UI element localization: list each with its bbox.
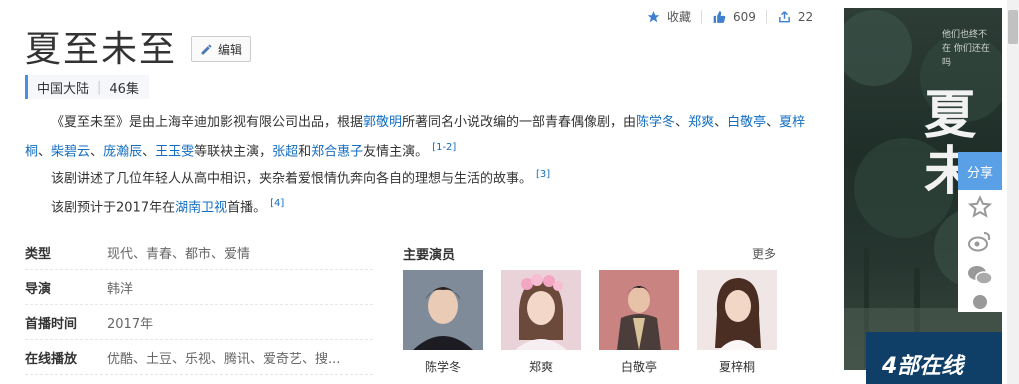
- tag-region: 中国大陆: [37, 81, 90, 97]
- cast-name[interactable]: 白敬亭: [599, 358, 679, 375]
- intro-paragraph-3: 该剧预计于2017年在湖南卫视首播。 [4]: [25, 191, 815, 220]
- poster-tagline: 他们也终不在 你们还在吗: [942, 30, 990, 68]
- tag-episodes: 46集: [109, 81, 139, 97]
- cast-name[interactable]: 陈学冬: [403, 358, 483, 375]
- cast-card[interactable]: 郑爽: [501, 270, 581, 375]
- intro-text: 、: [766, 115, 780, 130]
- cast-more-link[interactable]: 更多: [752, 245, 776, 262]
- info-value: 韩洋: [107, 282, 134, 297]
- top-actions: 收藏 609 22: [646, 8, 813, 25]
- intro-paragraph-1: 《夏至未至》是由上海辛迪加影视有限公司出品，根据郭敬明所著同名小说改编的一部青春…: [25, 110, 815, 164]
- link-guo-jingming[interactable]: 郭敬明: [363, 115, 402, 130]
- share-count-button[interactable]: 22: [777, 10, 813, 24]
- intro-text: 、: [142, 144, 156, 160]
- link-zhang-chao[interactable]: 张超: [272, 144, 298, 159]
- link-wang-yuwen[interactable]: 王玉雯: [155, 144, 194, 159]
- share-weibo[interactable]: [958, 224, 1002, 258]
- favorite-button[interactable]: 收藏: [646, 8, 691, 25]
- intro-text: 友情主演。: [363, 144, 429, 160]
- info-row-premiere: 首播时间 2017年: [25, 306, 373, 340]
- intro-text: 该剧讲述了几位年轻人从高中相识，夹杂着爱恨情仇奔向各自的理想与生活的故事。: [51, 171, 533, 187]
- share-favorite[interactable]: [958, 190, 1002, 224]
- person-icon: [973, 295, 987, 309]
- intro-text: 、: [90, 144, 104, 160]
- cast-photo[interactable]: [599, 270, 679, 350]
- divider: [765, 9, 767, 24]
- info-key: 类型: [25, 247, 52, 262]
- intro-paragraph-2: 该剧讲述了几位年轻人从高中相识，夹杂着爱恨情仇奔向各自的理想与生活的故事。 [3]: [25, 162, 815, 191]
- person-portrait-icon: [697, 270, 777, 350]
- weibo-icon: [968, 232, 991, 252]
- pencil-icon: [201, 44, 212, 54]
- link-chai-biyun[interactable]: 柴碧云: [51, 144, 90, 159]
- intro-text: 该剧预计于2017年在: [51, 200, 176, 216]
- share-arrow-icon: [779, 10, 790, 22]
- tag-bar: 中国大陆 | 46集: [25, 75, 149, 99]
- favorite-label: 收藏: [667, 10, 692, 24]
- person-portrait-icon: [403, 270, 483, 350]
- cast-photo[interactable]: [501, 270, 581, 350]
- cast-name[interactable]: 夏梓桐: [697, 358, 777, 375]
- intro-text: 、: [675, 115, 689, 130]
- like-button[interactable]: 609: [712, 10, 756, 24]
- reference-link[interactable]: [4]: [270, 198, 284, 209]
- person-portrait-icon: [501, 270, 581, 350]
- edit-button[interactable]: 编辑: [191, 36, 251, 62]
- scrollbar-thumb[interactable]: [1008, 10, 1018, 44]
- person-portrait-icon: [599, 270, 679, 350]
- cast-name[interactable]: 郑爽: [501, 358, 581, 375]
- cast-photo[interactable]: [403, 270, 483, 350]
- wechat-icon: [968, 266, 993, 285]
- thumbs-up-icon: [713, 10, 726, 23]
- info-key: 导演: [25, 282, 52, 297]
- page-title: 夏至未至: [25, 29, 178, 70]
- info-key: 首播时间: [25, 317, 78, 332]
- share-sidebar: 分享: [958, 152, 1002, 312]
- link-pang-hanchen[interactable]: 庞瀚辰: [103, 144, 142, 159]
- star-icon: [647, 10, 660, 22]
- divider: [701, 9, 703, 24]
- cast-title: 主要演员: [403, 248, 456, 263]
- cast-photo[interactable]: [697, 270, 777, 350]
- info-value: 现代、青春、都市、爱情: [107, 247, 251, 262]
- share-button[interactable]: 分享: [958, 152, 1002, 190]
- like-count: 609: [733, 9, 756, 24]
- link-hunan-tv[interactable]: 湖南卫视: [175, 200, 227, 215]
- share-wechat[interactable]: [958, 258, 1002, 292]
- intro-text: 首播。: [227, 200, 267, 216]
- intro-text: 和: [298, 144, 312, 160]
- info-value: 优酷、土豆、乐视、腾讯、爱奇艺、搜...: [107, 352, 341, 367]
- intro-text: 、: [38, 144, 52, 160]
- info-row-genre: 类型 现代、青春、都市、爱情: [25, 236, 373, 270]
- intro-text: 、: [714, 115, 728, 130]
- cast-card[interactable]: 陈学冬: [403, 270, 483, 375]
- star-outline-icon: [968, 195, 992, 218]
- tag-separator: |: [97, 79, 102, 95]
- intro-text: 《夏至未至》是由上海辛迪加影视有限公司出品，根据: [51, 115, 364, 130]
- reference-link[interactable]: [3]: [536, 169, 550, 180]
- reference-link[interactable]: [1-2]: [432, 142, 456, 153]
- link-bai-jingting[interactable]: 白敬亭: [727, 115, 766, 130]
- cast-card[interactable]: 白敬亭: [599, 270, 679, 375]
- poster-banner[interactable]: 4部在线: [866, 332, 1002, 384]
- scrollbar-track[interactable]: [1007, 0, 1019, 384]
- link-zhenghe-huizi[interactable]: 郑合惠子: [311, 144, 363, 159]
- intro-text: 等联袂主演，: [194, 144, 273, 160]
- intro-text: 所著同名小说改编的一部青春偶像剧，由: [402, 115, 637, 130]
- share-count: 22: [797, 9, 814, 24]
- link-chen-xuedong[interactable]: 陈学冬: [636, 115, 675, 130]
- info-row-streaming: 在线播放 优酷、土豆、乐视、腾讯、爱奇艺、搜...: [25, 341, 373, 375]
- info-value: 2017年: [107, 317, 154, 332]
- info-key: 在线播放: [25, 352, 78, 367]
- link-zheng-shuang[interactable]: 郑爽: [688, 115, 714, 130]
- info-row-director: 导演 韩洋: [25, 271, 373, 305]
- share-more[interactable]: [958, 292, 1002, 312]
- edit-label: 编辑: [217, 42, 242, 57]
- cast-card[interactable]: 夏梓桐: [697, 270, 777, 375]
